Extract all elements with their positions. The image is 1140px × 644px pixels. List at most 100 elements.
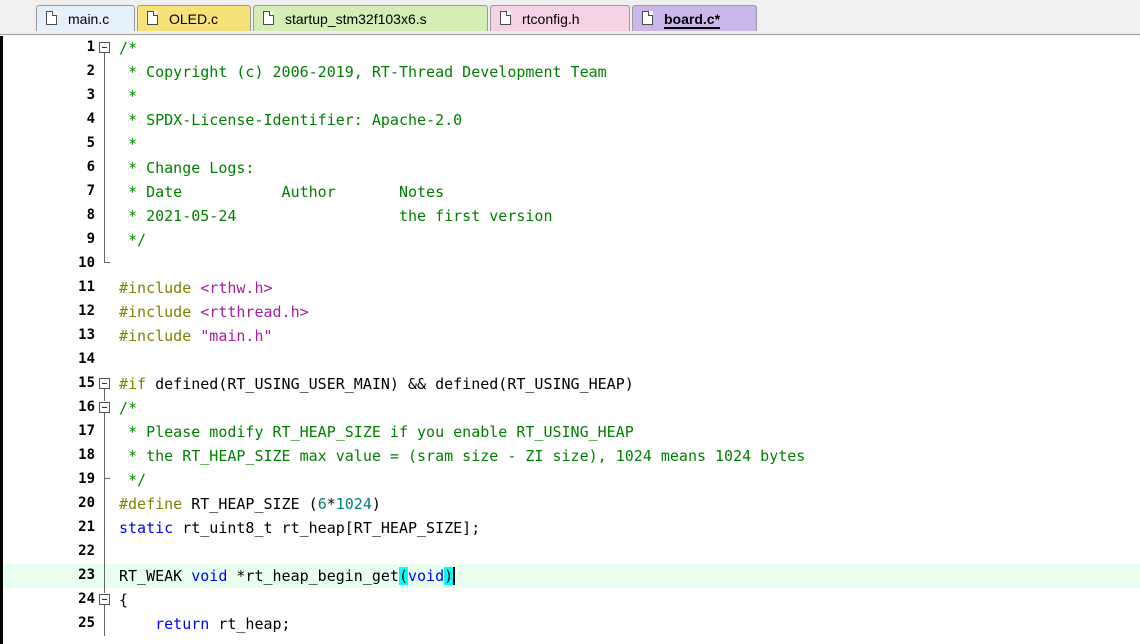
fold-toggle-icon[interactable] bbox=[99, 36, 110, 60]
line-number: 1 bbox=[86, 39, 95, 55]
fold-guide bbox=[99, 516, 110, 540]
fold-guide bbox=[99, 60, 110, 84]
code-text: * Please modify RT_HEAP_SIZE if you enab… bbox=[119, 423, 634, 441]
code-line[interactable]: 7 * Date Author Notes bbox=[3, 180, 1140, 204]
file-icon bbox=[642, 11, 653, 25]
line-number: 19 bbox=[78, 471, 95, 487]
fold-guide bbox=[99, 132, 110, 156]
line-number: 3 bbox=[86, 87, 95, 103]
code-text: * the RT_HEAP_SIZE max value = (sram siz… bbox=[119, 447, 806, 465]
line-number: 18 bbox=[78, 447, 95, 463]
code-text: * Copyright (c) 2006-2019, RT-Thread Dev… bbox=[119, 63, 607, 81]
line-number: 15 bbox=[78, 375, 95, 391]
code-line[interactable]: 5 * bbox=[3, 132, 1140, 156]
code-line[interactable]: 12 #include <rtthread.h> bbox=[3, 300, 1140, 324]
code-line[interactable]: 23 RT_WEAK void *rt_heap_begin_get(void) bbox=[3, 564, 1140, 588]
code-line[interactable]: 22 bbox=[3, 540, 1140, 564]
code-text: * Change Logs: bbox=[119, 159, 255, 177]
text-caret bbox=[453, 567, 456, 585]
code-text: * Date Author Notes bbox=[119, 183, 445, 201]
code-text: #if defined(RT_USING_USER_MAIN) && defin… bbox=[119, 375, 634, 393]
line-number: 25 bbox=[78, 615, 95, 631]
tab-label: OLED.c bbox=[169, 11, 219, 27]
code-text: /* bbox=[119, 39, 138, 57]
code-text: /* bbox=[119, 399, 138, 417]
fold-guide bbox=[99, 84, 110, 108]
file-icon bbox=[147, 11, 158, 25]
code-text: * bbox=[119, 87, 138, 105]
code-line[interactable]: 8 * 2021-05-24 the first version bbox=[3, 204, 1140, 228]
code-line[interactable]: 18 * the RT_HEAP_SIZE max value = (sram … bbox=[3, 444, 1140, 468]
code-line[interactable]: 11 #include <rthw.h> bbox=[3, 276, 1140, 300]
fold-guide bbox=[99, 420, 110, 444]
fold-guide bbox=[99, 108, 110, 132]
fold-guide bbox=[99, 612, 110, 636]
fold-guide bbox=[99, 180, 110, 204]
line-number: 2 bbox=[86, 63, 95, 79]
code-line[interactable]: 10 bbox=[3, 252, 1140, 276]
code-line[interactable]: 14 bbox=[3, 348, 1140, 372]
line-number: 10 bbox=[78, 255, 95, 271]
code-line[interactable]: 9 */ bbox=[3, 228, 1140, 252]
tab-main-c[interactable]: main.c bbox=[36, 5, 135, 31]
fold-toggle-icon[interactable] bbox=[99, 588, 110, 612]
code-line[interactable]: 3 * bbox=[3, 84, 1140, 108]
editor-tab-bar: main.c OLED.c startup_stm32f103x6.s rtconfi… bbox=[0, 0, 1140, 35]
line-number: 12 bbox=[78, 303, 95, 319]
code-line[interactable]: 20 #define RT_HEAP_SIZE (6*1024) bbox=[3, 492, 1140, 516]
line-number: 20 bbox=[78, 495, 95, 511]
code-text: return rt_heap; bbox=[155, 615, 291, 633]
code-text: * 2021-05-24 the first version bbox=[119, 207, 553, 225]
code-text: #define RT_HEAP_SIZE (6*1024) bbox=[119, 495, 381, 513]
code-line[interactable]: 17 * Please modify RT_HEAP_SIZE if you e… bbox=[3, 420, 1140, 444]
line-number: 24 bbox=[78, 591, 95, 607]
fold-guide bbox=[99, 156, 110, 180]
file-icon bbox=[263, 11, 274, 25]
fold-toggle-icon[interactable] bbox=[99, 396, 110, 420]
tab-oled-c[interactable]: OLED.c bbox=[137, 5, 251, 31]
fold-guide bbox=[99, 468, 110, 492]
fold-guide bbox=[99, 204, 110, 228]
tab-board-c[interactable]: board.c* bbox=[632, 5, 757, 31]
code-line[interactable]: 16 /* bbox=[3, 396, 1140, 420]
fold-toggle-icon[interactable] bbox=[99, 372, 110, 396]
code-line[interactable]: 4 * SPDX-License-Identifier: Apache-2.0 bbox=[3, 108, 1140, 132]
tab-label: startup_stm32f103x6.s bbox=[285, 11, 427, 27]
line-number: 17 bbox=[78, 423, 95, 439]
code-text: { bbox=[119, 591, 129, 609]
code-line[interactable]: 15 #if defined(RT_USING_USER_MAIN) && def… bbox=[3, 372, 1140, 396]
fold-guide bbox=[99, 444, 110, 468]
line-number: 11 bbox=[78, 279, 95, 295]
line-number: 7 bbox=[86, 183, 95, 199]
code-text: * bbox=[119, 135, 138, 153]
fold-guide bbox=[99, 564, 110, 588]
code-text: #include "main.h" bbox=[119, 327, 273, 345]
tab-label: rtconfig.h bbox=[522, 11, 580, 27]
line-number: 21 bbox=[78, 519, 95, 535]
line-number: 8 bbox=[86, 207, 95, 223]
code-line[interactable]: 6 * Change Logs: bbox=[3, 156, 1140, 180]
code-line[interactable]: 19 */ bbox=[3, 468, 1140, 492]
code-editor[interactable]: 1 /* 2 * Copyright (c) 2006-2019, RT-Threa… bbox=[0, 36, 1140, 644]
line-number: 9 bbox=[86, 231, 95, 247]
line-number: 23 bbox=[78, 567, 95, 583]
code-line[interactable]: 13 #include "main.h" bbox=[3, 324, 1140, 348]
line-number: 6 bbox=[86, 159, 95, 175]
code-line[interactable]: 24 { bbox=[3, 588, 1140, 612]
line-number: 16 bbox=[78, 399, 95, 415]
code-text: * SPDX-License-Identifier: Apache-2.0 bbox=[119, 111, 463, 129]
fold-guide bbox=[99, 252, 110, 276]
code-line[interactable]: 2 * Copyright (c) 2006-2019, RT-Thread D… bbox=[3, 60, 1140, 84]
tab-startup-stm32f103x6-s[interactable]: startup_stm32f103x6.s bbox=[253, 5, 488, 31]
code-line[interactable]: 25 return rt_heap; bbox=[3, 612, 1140, 636]
code-text: */ bbox=[119, 471, 147, 489]
fold-guide bbox=[99, 228, 110, 252]
line-number: 4 bbox=[86, 111, 95, 127]
code-line[interactable]: 1 /* bbox=[3, 36, 1140, 60]
code-text: #include <rtthread.h> bbox=[119, 303, 309, 321]
fold-guide bbox=[99, 540, 110, 564]
tab-label: board.c* bbox=[664, 11, 721, 29]
tab-rtconfig-h[interactable]: rtconfig.h bbox=[490, 5, 630, 31]
line-number: 13 bbox=[78, 327, 95, 343]
code-line[interactable]: 21 static rt_uint8_t rt_heap[RT_HEAP_SIZE… bbox=[3, 516, 1140, 540]
